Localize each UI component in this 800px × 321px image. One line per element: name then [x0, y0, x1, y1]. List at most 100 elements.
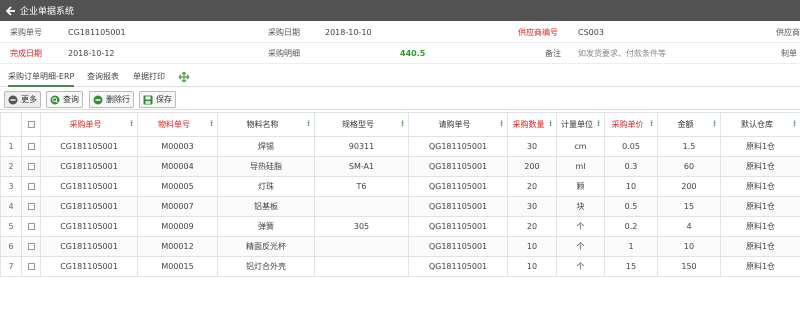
table-cell[interactable]: 焊锡	[217, 136, 315, 157]
col-header[interactable]: 采购单价 ⁞	[604, 112, 658, 137]
table-row[interactable]: 4 CG181105001 M00007 铝基板 QG181105001 30 …	[0, 196, 800, 217]
table-cell[interactable]: M00009	[137, 216, 218, 237]
table-cell[interactable]: QG181105001	[408, 176, 508, 197]
purchase-date-field[interactable]: 2018-10-10	[325, 22, 372, 43]
row-checkbox[interactable]	[27, 163, 35, 170]
table-cell[interactable]: 导热硅脂	[217, 156, 315, 177]
table-row[interactable]: 6 CG181105001 M00012 精面反光杯 QG181105001 1…	[0, 236, 800, 257]
table-cell[interactable]: 90311	[314, 136, 409, 157]
table-cell[interactable]: 原料1仓	[720, 156, 800, 177]
row-checkbox[interactable]	[27, 183, 35, 190]
table-cell[interactable]: 灯珠	[217, 176, 315, 197]
table-cell[interactable]: 60	[657, 156, 721, 177]
col-header[interactable]: 物料单号 ⁞	[137, 112, 218, 137]
table-cell[interactable]: 150	[657, 256, 721, 277]
table-cell[interactable]: 0.2	[604, 216, 658, 237]
remark-field[interactable]: 如发货要求、付款条件等	[578, 43, 666, 64]
more-button[interactable]: 更多	[4, 91, 41, 108]
table-row[interactable]: 3 CG181105001 M00005 灯珠 T6 QG181105001 2…	[0, 176, 800, 197]
col-header[interactable]: 请购单号 ⁞	[408, 112, 508, 137]
table-cell[interactable]: 1	[604, 236, 658, 257]
table-cell[interactable]: 10	[657, 236, 721, 257]
table-cell[interactable]: 原料1仓	[720, 136, 800, 157]
col-header[interactable]: 计量单位 ⁞	[556, 112, 605, 137]
table-cell[interactable]: QG181105001	[408, 136, 508, 157]
table-cell[interactable]: 15	[657, 196, 721, 217]
table-cell[interactable]: QG181105001	[408, 236, 508, 257]
col-header[interactable]: 金额 ⁞	[657, 112, 721, 137]
row-checkbox[interactable]	[27, 223, 35, 230]
col-header[interactable]: 默认仓库 ⁞	[720, 112, 800, 137]
table-cell[interactable]: 305	[314, 216, 409, 237]
table-cell[interactable]: CG181105001	[40, 196, 138, 217]
table-cell[interactable]: 10	[507, 256, 557, 277]
table-cell[interactable]	[314, 196, 409, 217]
row-checkbox[interactable]	[27, 263, 35, 270]
table-cell[interactable]: QG181105001	[408, 216, 508, 237]
row-select[interactable]	[21, 176, 41, 197]
col-header[interactable]: 物料名称 ⁞	[217, 112, 315, 137]
table-cell[interactable]: 200	[507, 156, 557, 177]
table-cell[interactable]: 10	[507, 236, 557, 257]
table-cell[interactable]	[314, 236, 409, 257]
col-header[interactable]: 采购数量 ⁞	[507, 112, 557, 137]
table-cell[interactable]: SM-A1	[314, 156, 409, 177]
table-cell[interactable]: M00004	[137, 156, 218, 177]
table-cell[interactable]: M00012	[137, 236, 218, 257]
table-cell[interactable]: 1.5	[657, 136, 721, 157]
col-header[interactable]: 采购单号 ⁞	[40, 112, 138, 137]
table-cell[interactable]: CG181105001	[40, 176, 138, 197]
tab-order-detail[interactable]: 采购订单明细-ERP	[8, 67, 75, 87]
table-cell[interactable]: cm	[556, 136, 605, 157]
row-select[interactable]	[21, 216, 41, 237]
col-select-header[interactable]	[21, 112, 41, 137]
table-cell[interactable]: 10	[604, 176, 658, 197]
table-cell[interactable]: 0.5	[604, 196, 658, 217]
table-cell[interactable]: 原料1仓	[720, 256, 800, 277]
table-cell[interactable]: M00003	[137, 136, 218, 157]
row-checkbox[interactable]	[27, 243, 35, 250]
complete-date-field[interactable]: 2018-10-12	[68, 43, 115, 64]
table-cell[interactable]: 200	[657, 176, 721, 197]
table-cell[interactable]: 铝灯合外壳	[217, 256, 315, 277]
purchase-no-field[interactable]: CG181105001	[68, 22, 126, 43]
row-select[interactable]	[21, 236, 41, 257]
table-row[interactable]: 5 CG181105001 M00009 弹簧 305 QG181105001 …	[0, 216, 800, 237]
table-cell[interactable]: 0.3	[604, 156, 658, 177]
tab-print[interactable]: 单据打印	[133, 67, 165, 87]
row-checkbox[interactable]	[27, 203, 35, 210]
row-select[interactable]	[21, 136, 41, 157]
table-cell[interactable]: CG181105001	[40, 156, 138, 177]
row-select[interactable]	[21, 156, 41, 177]
row-select[interactable]	[21, 196, 41, 217]
table-cell[interactable]: QG181105001	[408, 156, 508, 177]
table-cell[interactable]: 颗	[556, 176, 605, 197]
table-cell[interactable]: M00015	[137, 256, 218, 277]
table-cell[interactable]: 块	[556, 196, 605, 217]
table-cell[interactable]: 0.05	[604, 136, 658, 157]
table-cell[interactable]: QG181105001	[408, 196, 508, 217]
table-cell[interactable]: CG181105001	[40, 256, 138, 277]
table-row[interactable]: 7 CG181105001 M00015 铝灯合外壳 QG181105001 1…	[0, 256, 800, 277]
table-cell[interactable]: 30	[507, 196, 557, 217]
tab-query-report[interactable]: 查询报表	[87, 67, 119, 87]
table-cell[interactable]: CG181105001	[40, 136, 138, 157]
table-row[interactable]: 2 CG181105001 M00004 导热硅脂 SM-A1 QG181105…	[0, 156, 800, 177]
table-cell[interactable]: 个	[556, 216, 605, 237]
save-button[interactable]: 保存	[139, 91, 176, 108]
table-cell[interactable]: 原料1仓	[720, 196, 800, 217]
table-cell[interactable]: CG181105001	[40, 236, 138, 257]
table-cell[interactable]	[314, 256, 409, 277]
table-cell[interactable]: 原料1仓	[720, 236, 800, 257]
table-cell[interactable]: T6	[314, 176, 409, 197]
delete-row-button[interactable]: 删除行	[89, 91, 134, 108]
table-cell[interactable]: 原料1仓	[720, 176, 800, 197]
select-all-checkbox[interactable]	[27, 121, 35, 128]
table-cell[interactable]: 精面反光杯	[217, 236, 315, 257]
col-header[interactable]: 规格型号 ⁞	[314, 112, 409, 137]
table-cell[interactable]: 原料1仓	[720, 216, 800, 237]
move-icon[interactable]	[178, 71, 190, 83]
table-cell[interactable]: 铝基板	[217, 196, 315, 217]
table-cell[interactable]: QG181105001	[408, 256, 508, 277]
table-cell[interactable]: M00007	[137, 196, 218, 217]
